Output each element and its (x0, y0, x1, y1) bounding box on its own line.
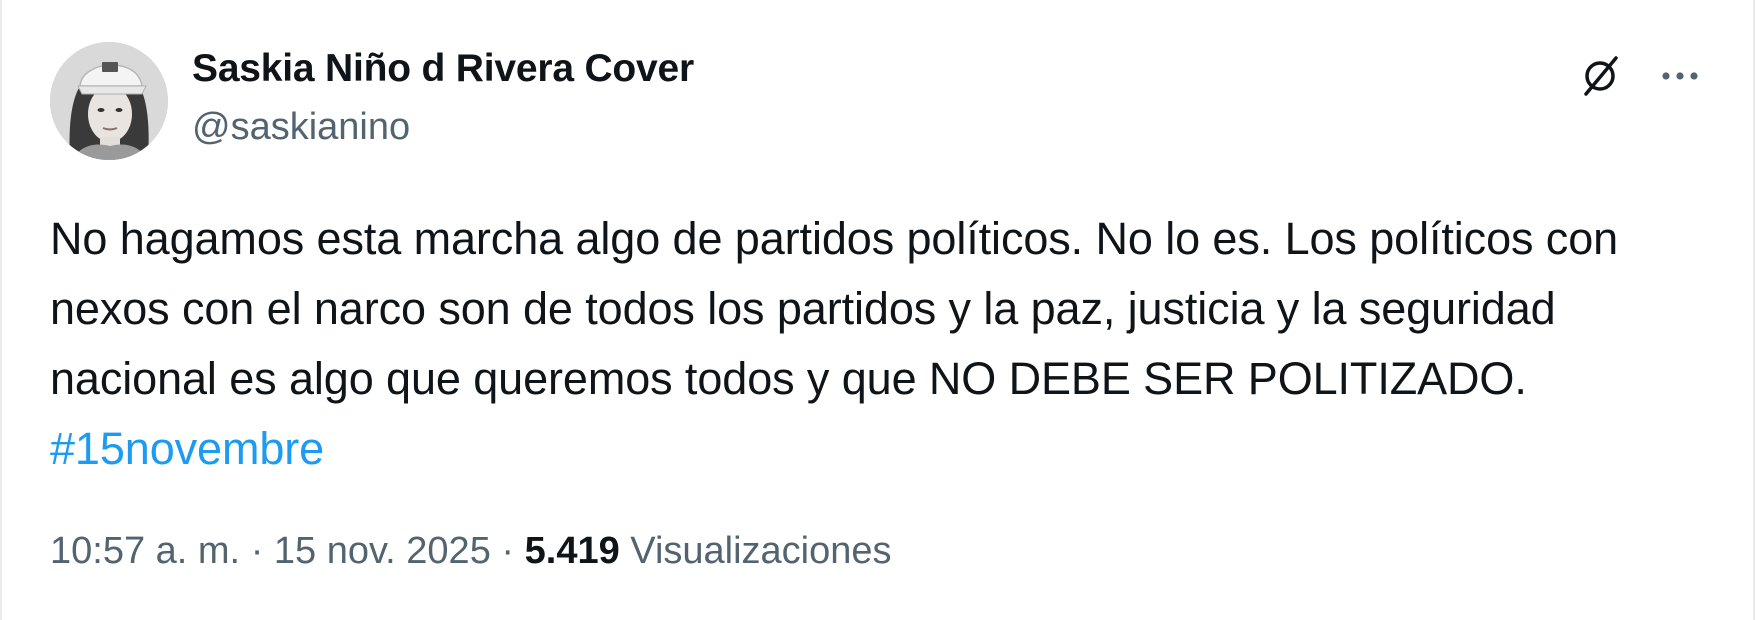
meta-separator: · (250, 530, 264, 572)
more-options-button[interactable] (1654, 52, 1706, 104)
tweet-date[interactable]: 15 nov. 2025 (274, 530, 491, 572)
tweet-time[interactable]: 10:57 a. m. (50, 530, 240, 572)
tweet-meta: 10:57 a. m. · 15 nov. 2025 · 5.419 Visua… (50, 530, 892, 573)
more-horizontal-icon (1660, 69, 1700, 87)
tweet-card: Saskia Niño d Rivera Cover @saskianino N… (0, 0, 1755, 620)
author-handle[interactable]: @saskianino (192, 106, 410, 149)
views-label[interactable]: Visualizaciones (630, 530, 891, 572)
views-count[interactable]: 5.419 (525, 530, 620, 572)
tweet-text: No hagamos esta marcha algo de partidos … (50, 204, 1670, 484)
grok-button[interactable] (1574, 52, 1626, 104)
avatar[interactable] (50, 42, 168, 160)
tweet-body: No hagamos esta marcha algo de partidos … (50, 213, 1619, 404)
author-display-name[interactable]: Saskia Niño d Rivera Cover (192, 47, 694, 91)
avatar-image (50, 42, 168, 160)
grok-slash-circle-icon (1578, 54, 1622, 103)
meta-separator: · (501, 530, 515, 572)
hashtag-link[interactable]: #15novembre (50, 423, 324, 474)
